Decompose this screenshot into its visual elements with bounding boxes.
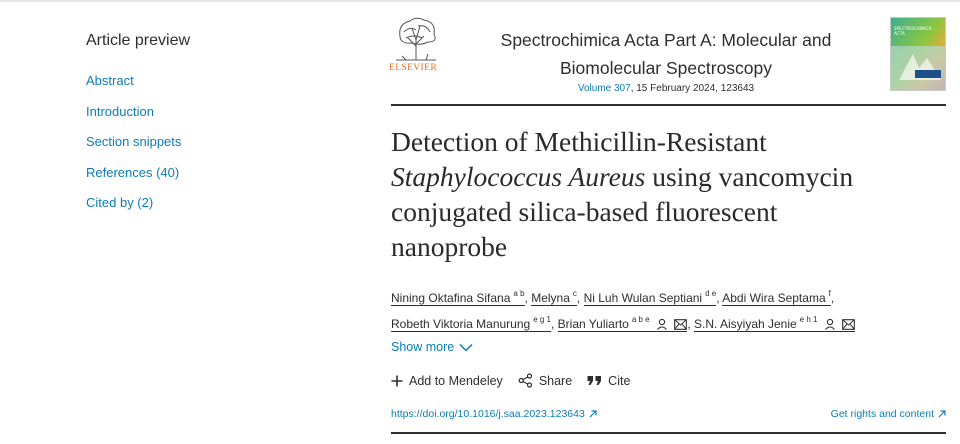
title-line1: Detection of Methicillin-Resistant (391, 126, 767, 157)
sidebar-item-abstract[interactable]: Abstract (86, 66, 306, 97)
issue-info: Volume 307, 15 February 2024, 123643 (452, 83, 880, 94)
email-icon (842, 319, 856, 330)
volume-link[interactable]: Volume 307 (578, 83, 631, 94)
person-icon (657, 318, 667, 330)
author-link[interactable]: Brian Yuliarto a b e (557, 315, 688, 332)
sidebar-item-cited-by[interactable]: Cited by (2) (86, 188, 306, 219)
show-more-button[interactable]: Show more (391, 340, 473, 354)
author-link[interactable]: Abdi Wira Septama f (722, 289, 831, 306)
elsevier-wordmark: ELSEVIER (389, 63, 438, 73)
journal-header: Spectrochimica Acta Part A: Molecular an… (452, 26, 880, 94)
header-divider (391, 104, 946, 106)
get-rights-link[interactable]: Get rights and content (831, 408, 946, 420)
author-link[interactable]: Ni Luh Wulan Septiani d e (583, 289, 717, 306)
cite-label: Cite (608, 373, 631, 388)
journal-cover-image[interactable]: SPECTROCHIMICA ACTA (890, 17, 946, 91)
top-border (0, 0, 960, 2)
external-link-icon (589, 410, 597, 418)
author-link[interactable]: Nining Oktafina Sifana a b (391, 289, 525, 306)
section-divider (391, 432, 946, 434)
rights-text: Get rights and content (830, 408, 934, 420)
show-more-label: Show more (391, 340, 455, 354)
share-label: Share (538, 373, 573, 388)
journal-title[interactable]: Spectrochimica Acta Part A: Molecular an… (452, 26, 880, 82)
plus-icon (391, 375, 403, 386)
share-icon (518, 373, 532, 388)
author-link[interactable]: Robeth Viktoria Manurung e g 1 (391, 315, 551, 332)
article-actions: Add to Mendeley Share Cite (391, 373, 645, 388)
email-icon (674, 319, 688, 330)
article-title: Detection of Methicillin-Resistant Staph… (391, 124, 941, 264)
journal-title-line1: Spectrochimica Acta Part A: Molecular an… (500, 30, 832, 50)
title-line3: conjugated silica-based fluorescent (391, 196, 778, 227)
cover-title: SPECTROCHIMICA ACTA (894, 26, 932, 36)
doi-link[interactable]: https://doi.org/10.1016/j.saa.2023.12364… (391, 408, 597, 420)
add-to-mendeley-button[interactable]: Add to Mendeley (391, 374, 503, 388)
author-list: Nining Oktafina Sifana a b, Melyna c, Ni L… (391, 283, 946, 335)
doi-row: https://doi.org/10.1016/j.saa.2023.12364… (391, 408, 946, 420)
issue-date: , 15 February 2024, 123643 (630, 83, 755, 94)
article-outline-sidebar: Article preview Abstract Introduction Se… (86, 32, 306, 219)
quote-icon (587, 376, 602, 385)
sidebar-item-section-snippets[interactable]: Section snippets (86, 127, 306, 158)
sidebar-item-references[interactable]: References (40) (86, 158, 306, 189)
chevron-down-icon (459, 343, 473, 352)
title-line2: using vancomycin (645, 161, 854, 192)
title-line4: nanoprobe (391, 231, 508, 262)
sidebar-item-introduction[interactable]: Introduction (86, 97, 306, 128)
journal-title-line2: Biomolecular Spectroscopy (559, 58, 773, 78)
cite-button[interactable]: Cite (587, 374, 630, 388)
author-link[interactable]: Melyna c (531, 289, 577, 306)
person-icon (824, 318, 835, 330)
sidebar-heading: Article preview (86, 32, 191, 49)
external-link-icon (938, 410, 946, 418)
title-italic-organism: Staphylococcus Aureus (391, 161, 646, 192)
author-link[interactable]: S.N. Aisyiyah Jenie e h 1 (693, 315, 856, 332)
share-button[interactable]: Share (518, 373, 572, 388)
mendeley-label: Add to Mendeley (409, 373, 503, 388)
doi-text: https://doi.org/10.1016/j.saa.2023.12364… (391, 408, 585, 420)
